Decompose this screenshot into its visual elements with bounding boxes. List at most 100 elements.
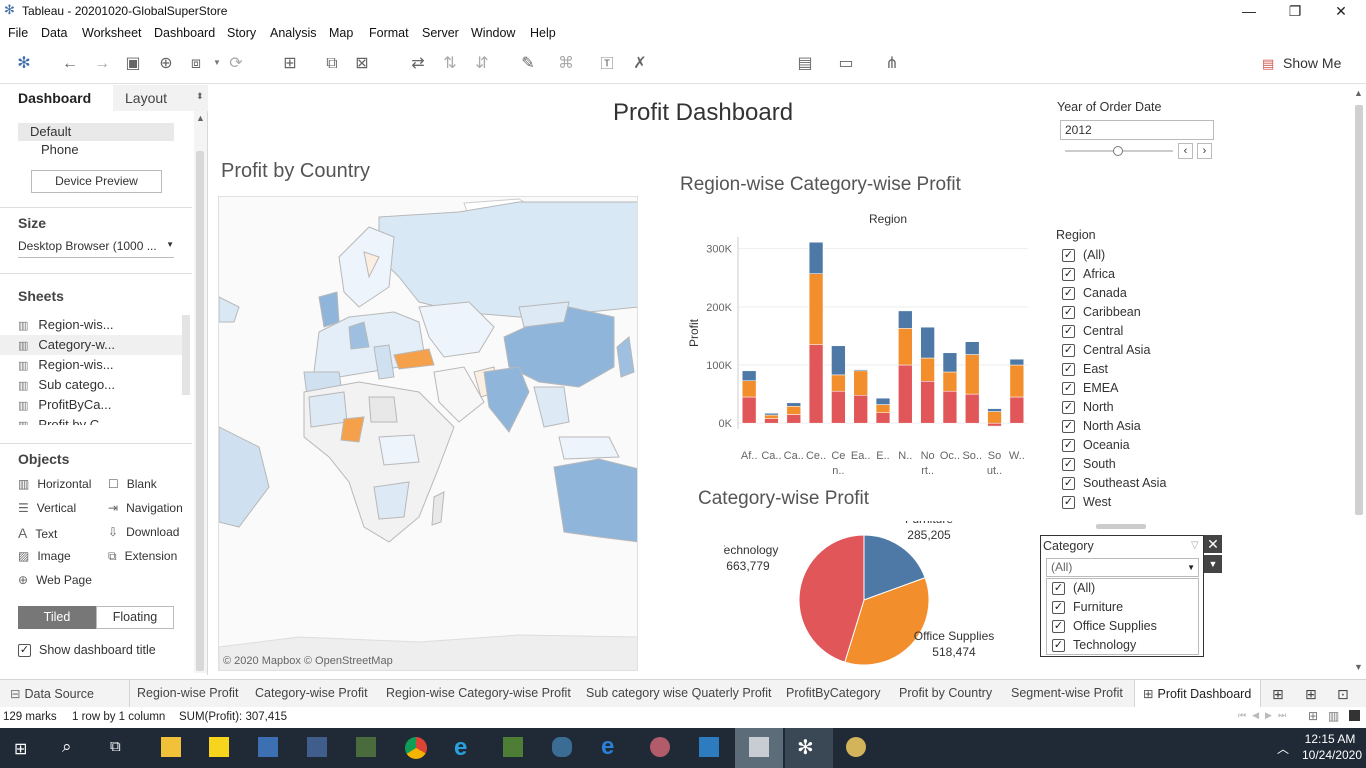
year-filter-input[interactable]: 2012 — [1060, 120, 1214, 140]
region-filter-item[interactable]: ✓ East — [1062, 362, 1166, 381]
pie-chart[interactable]: Furniture 285,205 Office Supplies 518,474 Te… — [724, 521, 1014, 675]
category-filter-item[interactable]: ✓ Furniture — [1052, 600, 1198, 619]
object-navigation[interactable]: ⇥ Navigation — [108, 501, 183, 515]
clock-date[interactable]: 10/24/2020 — [1300, 748, 1364, 762]
share-icon[interactable]: ⋔ — [882, 54, 902, 74]
menu-help[interactable]: Help — [530, 26, 556, 40]
bar-chart[interactable]: RegionProfit0K100K200K300KAf.. Ca.. Ca.. Ce… — [678, 207, 1038, 477]
sheets-scrollbar[interactable] — [182, 315, 190, 395]
year-prev-button[interactable]: ‹ — [1178, 143, 1193, 159]
sheet-item[interactable]: ▥ Region-wis... — [18, 357, 114, 372]
region-filter-item[interactable]: ✓ North Asia — [1062, 419, 1166, 438]
clear-sheet-icon[interactable]: ⊠ — [352, 54, 372, 74]
app-icon[interactable] — [699, 737, 719, 757]
filmstrip-view-icon[interactable]: ▥ — [1328, 709, 1339, 723]
resize-handle[interactable] — [1096, 524, 1146, 529]
new-worksheet-icon[interactable]: ⊞ — [280, 54, 300, 74]
profit-map[interactable] — [218, 196, 638, 671]
menu-data[interactable]: Data — [41, 26, 67, 40]
region-filter-item[interactable]: ✓ Oceania — [1062, 438, 1166, 457]
sticky-notes-icon[interactable] — [209, 737, 229, 757]
app-icon[interactable] — [307, 737, 327, 757]
labels-icon[interactable]: 🅃 — [597, 54, 617, 74]
show-me-button[interactable]: Show Me — [1283, 55, 1341, 71]
tab-view-icon[interactable] — [1349, 710, 1360, 721]
save-icon[interactable]: ▣ — [123, 54, 143, 74]
sort-descending-icon[interactable]: ⇵ — [472, 54, 492, 74]
tab-sheet[interactable]: Segment-wise Profit — [1011, 686, 1123, 700]
menu-format[interactable]: Format — [369, 26, 409, 40]
tab-sheet[interactable]: Region-wise Category-wise Profit — [386, 686, 571, 700]
highlight-icon[interactable]: ✎ — [518, 54, 538, 74]
app-icon[interactable] — [503, 737, 523, 757]
fix-axes-icon[interactable]: ✗ — [630, 54, 650, 74]
new-data-source-icon[interactable]: ⊕ — [156, 54, 176, 74]
tab-sheet[interactable]: ProfitByCategory — [786, 686, 880, 700]
region-filter-item[interactable]: ✓ North — [1062, 400, 1166, 419]
region-filter-item[interactable]: ✓ West — [1062, 495, 1166, 514]
app-icon[interactable] — [356, 737, 376, 757]
app-icon[interactable] — [749, 737, 769, 757]
object-image[interactable]: ▨ Image — [18, 549, 71, 563]
tab-sheet[interactable]: Region-wise Profit — [137, 686, 238, 700]
sort-ascending-icon[interactable]: ⇅ — [440, 54, 460, 74]
sheet-item[interactable]: ▥ Region-wis... — [18, 317, 114, 332]
tab-layout[interactable]: Layout — [113, 85, 208, 111]
category-filter-item[interactable]: ✓ (All) — [1052, 581, 1198, 600]
tiled-toggle[interactable]: Tiled — [18, 606, 96, 629]
close-icon[interactable]: ✕ — [1204, 535, 1222, 553]
tab-data-source[interactable]: ⊟ Data Source — [10, 686, 94, 701]
app-icon[interactable] — [552, 737, 572, 757]
sheet-item[interactable]: ▥ Category-w... — [18, 337, 115, 352]
show-cards-icon[interactable]: ▤ — [795, 54, 815, 74]
tab-sheet[interactable]: Sub category wise Quaterly Profit — [586, 686, 772, 700]
swap-icon[interactable]: ⇄ — [408, 54, 428, 74]
clock-time[interactable]: 12:15 AM — [1300, 732, 1360, 746]
size-dropdown[interactable]: Desktop Browser (1000 ... ▼ — [18, 239, 174, 258]
region-filter-item[interactable]: ✓ Africa — [1062, 267, 1166, 286]
more-options-icon[interactable]: ▼ — [1204, 555, 1222, 573]
presentation-mode-icon[interactable]: ▭ — [836, 54, 856, 74]
category-dropdown[interactable]: (All) ▼ — [1046, 558, 1199, 577]
menu-window[interactable]: Window — [471, 26, 515, 40]
menu-worksheet[interactable]: Worksheet — [82, 26, 142, 40]
menu-analysis[interactable]: Analysis — [270, 26, 317, 40]
windows-start-icon[interactable]: ⊞ — [14, 739, 27, 759]
region-filter-item[interactable]: ✓ South — [1062, 457, 1166, 476]
redo-icon[interactable]: → — [92, 54, 112, 74]
region-filter-item[interactable]: ✓ Canada — [1062, 286, 1166, 305]
region-filter-item[interactable]: ✓ Central Asia — [1062, 343, 1166, 362]
region-filter-item[interactable]: ✓ Central — [1062, 324, 1166, 343]
menu-server[interactable]: Server — [422, 26, 459, 40]
category-filter-item[interactable]: ✓ Technology — [1052, 638, 1198, 657]
sheet-item[interactable]: ▥ ProfitByCa... — [18, 397, 111, 412]
file-explorer-icon[interactable] — [161, 737, 181, 757]
object-blank[interactable]: ☐ Blank — [108, 477, 157, 491]
tab-profit-dashboard-active[interactable]: ⊞ Profit Dashboard — [1143, 686, 1251, 701]
object-text[interactable]: A Text — [18, 525, 57, 541]
year-slider-handle[interactable] — [1113, 146, 1123, 156]
app-icon[interactable] — [258, 737, 278, 757]
group-icon[interactable]: ⌘ — [556, 54, 576, 74]
duplicate-icon[interactable]: ⧉ — [322, 54, 342, 74]
menu-story[interactable]: Story — [227, 26, 256, 40]
app-icon[interactable] — [650, 737, 670, 757]
region-filter-item[interactable]: ✓ Caribbean — [1062, 305, 1166, 324]
sheet-item[interactable]: ▥ Sub catego... — [18, 377, 115, 392]
new-story-icon[interactable]: ⊡ — [1337, 686, 1349, 703]
menu-dashboard[interactable]: Dashboard — [154, 26, 215, 40]
menu-file[interactable]: File — [8, 26, 28, 40]
dropdown-arrow-icon[interactable]: ▼ — [213, 58, 221, 67]
tableau-home-icon[interactable]: ✻ — [14, 54, 34, 74]
device-preview-button[interactable]: Device Preview — [31, 170, 162, 193]
refresh-icon[interactable]: ⟳ — [226, 54, 246, 74]
search-icon[interactable]: ⌕ — [62, 737, 72, 757]
tab-sheet[interactable]: Category-wise Profit — [255, 686, 368, 700]
undo-icon[interactable]: ← — [60, 54, 80, 74]
region-filter-item[interactable]: ✓ EMEA — [1062, 381, 1166, 400]
minimize-button[interactable]: — — [1226, 0, 1272, 24]
restore-button[interactable]: ❐ — [1272, 0, 1318, 24]
internet-explorer-icon[interactable]: e — [454, 734, 467, 762]
object-vertical[interactable]: ☰ Vertical — [18, 501, 76, 515]
sheet-item[interactable]: ▥Profit by C... — [18, 417, 110, 425]
